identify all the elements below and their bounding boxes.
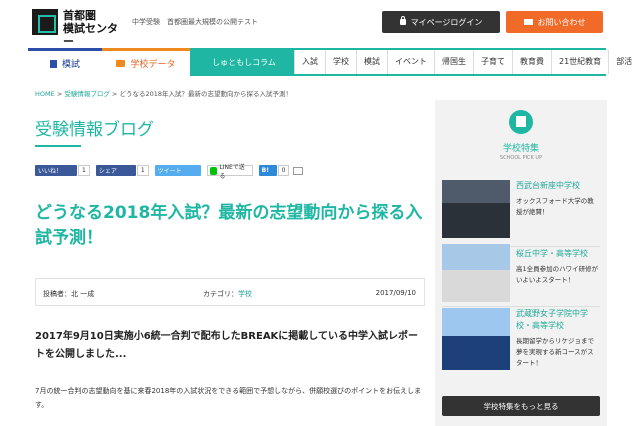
logo-mark[interactable]: [32, 9, 58, 35]
divider: [442, 306, 600, 307]
school-photo: [442, 308, 510, 370]
tagline: 中学受験 首都圏最大規模の公開テスト: [132, 18, 258, 26]
school-item[interactable]: 西武台新座中学校 オックスフォード大学の教授が絶賛！: [442, 180, 600, 240]
main-nav: 模試 学校データ しゅともしコラム 入試 学校 模試 イベント 帰国生 子育て …: [28, 48, 640, 76]
breadcrumb-home[interactable]: HOME: [35, 90, 55, 98]
school-name[interactable]: 桜丘中学・高等学校: [516, 248, 600, 260]
tab-school-data[interactable]: 学校データ: [102, 48, 190, 76]
nav-categories: 入試 学校 模試 イベント 帰国生 子育て 教育費 21世紀教育 部活: [294, 50, 640, 74]
lock-icon: [399, 16, 406, 25]
contact-label: お問い合わせ: [537, 17, 586, 27]
line-label: LINEで送る: [219, 163, 245, 180]
fb-like-count: 1: [78, 165, 90, 176]
tweet-button[interactable]: ツイート: [154, 165, 201, 176]
nav-cat-21c[interactable]: 21世紀教育: [551, 50, 608, 74]
school-photo: [442, 180, 510, 238]
school-photo: [442, 244, 510, 302]
logo-line1: 首都圏: [63, 9, 96, 22]
hatena-bookmark-button[interactable]: B!: [258, 165, 277, 176]
nav-cat-entrance[interactable]: 入試: [294, 50, 325, 74]
sidebar-subtitle: SCHOOL PICK UP: [499, 155, 543, 161]
school-name[interactable]: 武蔵野女子学院中学校・高等学校: [516, 308, 600, 332]
line-share-button[interactable]: LINEで送る: [206, 164, 253, 180]
school-desc: オックスフォード大学の教授が絶賛！: [516, 197, 594, 216]
top-header: 首都圏 模試センター 中学受験 首都圏最大規模の公開テスト マイページログイン お…: [0, 0, 640, 48]
fb-share-count: 1: [136, 165, 149, 176]
article-body: 7月の統一合判の志望動向を基に来春2018年の入試状況をできる範囲で予想しながら…: [35, 387, 422, 409]
tab-moshi[interactable]: 模試: [28, 48, 102, 76]
category-link[interactable]: 学校: [238, 290, 252, 298]
tab-moshi-label: 模試: [61, 60, 80, 70]
school-name[interactable]: 西武台新座中学校: [516, 180, 600, 192]
tweet-label: ツイート: [157, 168, 182, 175]
logo-line2: 模試センター: [63, 22, 118, 48]
post-date: 2017/09/10: [375, 289, 416, 297]
facebook-like-button[interactable]: いいね！: [35, 165, 77, 176]
fb-share-label: シェア: [98, 168, 117, 175]
facebook-share-button[interactable]: シェア: [95, 165, 136, 176]
login-button[interactable]: マイページログイン: [382, 11, 500, 33]
document-icon: [49, 59, 57, 68]
article-title: どうなる2018年入試？最新の志望動向から探る入試予測！: [35, 203, 423, 248]
login-label: マイページログイン: [410, 17, 483, 27]
section-underline: [35, 145, 81, 147]
nav-cat-parenting[interactable]: 子育て: [473, 50, 512, 74]
school-desc: 長期留学からリケジョまで 夢を実現する新コースがスタート！: [516, 337, 594, 367]
share-buttons: いいね！ 1 シェア 1 ツイート LINEで送る B! 0: [35, 164, 304, 180]
category-label: カテゴリ：: [203, 290, 238, 298]
nav-cat-club[interactable]: 部活: [608, 50, 639, 74]
breadcrumb-blog[interactable]: 受験情報ブログ: [64, 90, 110, 98]
article-meta: 投稿者：北 一成 カテゴリ：学校 2017/09/10: [35, 278, 425, 306]
breadcrumb-sep: >: [56, 90, 63, 98]
section-title: 受験情報ブログ: [35, 120, 154, 140]
nav-cat-returnee[interactable]: 帰国生: [434, 50, 473, 74]
email-share-icon[interactable]: [293, 166, 304, 175]
logo-text[interactable]: 首都圏 模試センター: [63, 9, 127, 48]
breadcrumb-sep: >: [111, 90, 118, 98]
school-item[interactable]: 桜丘中学・高等学校 高1全員参加のハワイ研修がいよいよスタート！: [442, 244, 600, 304]
tab-school-label: 学校データ: [130, 60, 176, 70]
school-building-icon: [509, 110, 533, 134]
school-item[interactable]: 武蔵野女子学院中学校・高等学校 長期留学からリケジョまで 夢を実現する新コースが…: [442, 308, 600, 378]
breadcrumb: HOME > 受験情報ブログ > どうなる2018年入試？最新の志望動向から探る…: [35, 88, 292, 98]
hatena-count: 0: [277, 165, 290, 176]
school-desc: 高1全員参加のハワイ研修がいよいよスタート！: [516, 265, 599, 284]
nav-cat-moshi[interactable]: 模試: [356, 50, 387, 74]
contact-button[interactable]: お問い合わせ: [506, 11, 603, 33]
nav-cat-event[interactable]: イベント: [387, 50, 434, 74]
nav-cat-cost[interactable]: 教育費: [512, 50, 551, 74]
mail-icon: [523, 19, 533, 25]
nav-cat-school[interactable]: 学校: [325, 50, 356, 74]
sidebar-title: 学校特集: [502, 144, 539, 154]
more-schools-button[interactable]: 学校特集をもっと見る: [442, 396, 600, 416]
fb-like-label: いいね！: [38, 168, 63, 175]
line-icon: [209, 166, 218, 175]
article-lead: 2017年9月10日実施小6統一合判で配布したBREAKに掲載している中学入試レ…: [35, 331, 419, 360]
school-pickup-sidebar: 学校特集 SCHOOL PICK UP 西武台新座中学校 オックスフォード大学の…: [435, 100, 607, 426]
nav-column-link[interactable]: しゅともしコラム: [194, 52, 294, 72]
briefcase-icon: [116, 60, 126, 67]
breadcrumb-current: どうなる2018年入試？最新の志望動向から探る入試予測！: [119, 90, 292, 98]
author: 投稿者：北 一成: [43, 290, 95, 298]
category-wrap: カテゴリ：学校: [203, 289, 252, 299]
